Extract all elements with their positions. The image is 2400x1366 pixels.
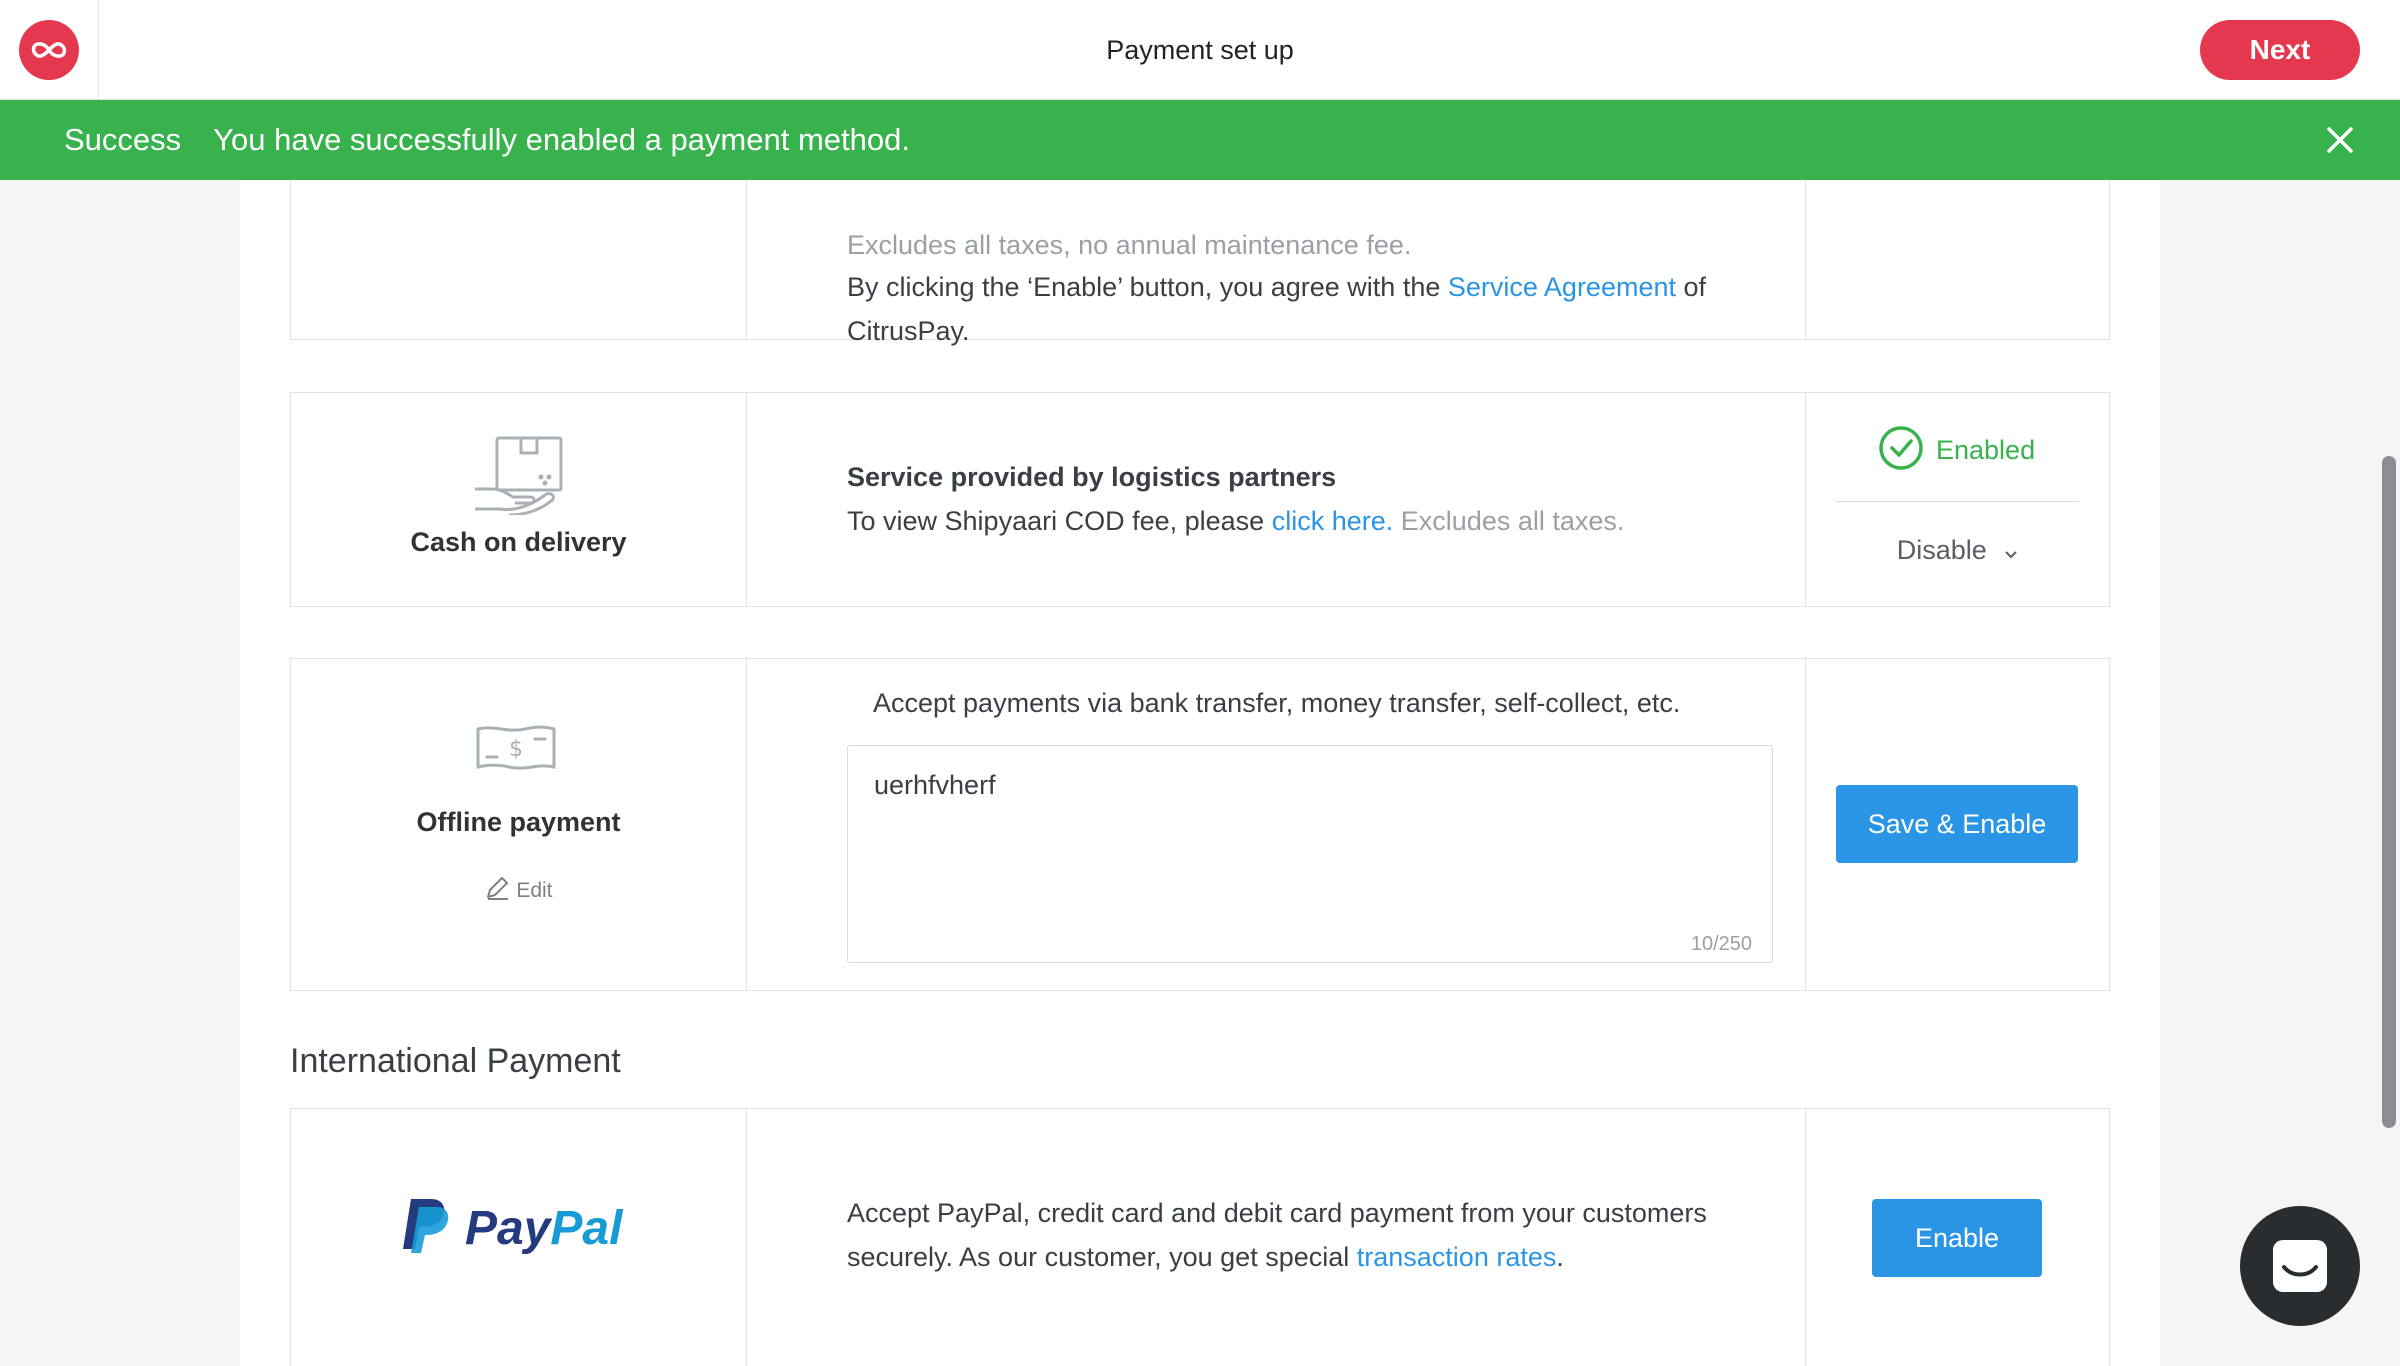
top-bar: Payment set up Next [0, 0, 2400, 100]
offline-method-name: Offline payment [416, 807, 621, 837]
enabled-status-label: Enabled [1936, 435, 2036, 465]
citrus-fee-text: Excludes all taxes, no annual maintenanc… [847, 230, 1412, 260]
pencil-icon [484, 877, 516, 902]
status-divider [1836, 501, 2079, 502]
cod-click-here-link[interactable]: click here. [1272, 506, 1394, 536]
cod-hand-box-icon [473, 435, 565, 520]
textarea-value: uerhfvherf [874, 770, 996, 800]
svg-text:$: $ [509, 737, 523, 762]
cod-card: Cash on delivery Service provided by log… [290, 392, 2110, 607]
cod-heading: Service provided by logistics partners [847, 462, 1337, 492]
disable-dropdown[interactable]: Disable [1806, 535, 2109, 567]
success-banner: Success You have successfully enabled a … [0, 100, 2400, 180]
offline-description: Accept payments via bank transfer, money… [873, 688, 1681, 718]
chevron-down-icon [2004, 536, 2018, 567]
cod-status: Enabled [1878, 425, 2035, 476]
check-circle-icon [1878, 425, 1924, 476]
cod-method-name: Cash on delivery [410, 527, 627, 557]
paypal-card: PayPal Accept PayPal, credit card and de… [290, 1108, 2110, 1366]
cod-fee-text: To view Shipyaari COD fee, please click … [847, 506, 1625, 536]
paypal-description-line1: Accept PayPal, credit card and debit car… [847, 1198, 1707, 1228]
banner-title: Success [64, 122, 182, 157]
transaction-rates-link[interactable]: transaction rates [1357, 1242, 1557, 1272]
chat-launcher-icon[interactable] [2240, 1206, 2360, 1326]
service-agreement-link[interactable]: Service Agreement [1448, 272, 1676, 302]
page-title: Payment set up [1106, 35, 1294, 65]
paypal-enable-button[interactable]: Enable [1872, 1199, 2042, 1277]
offline-instructions-textarea[interactable]: uerhfvherf 10/250 [847, 745, 1773, 963]
edit-link[interactable]: Edit [291, 875, 746, 903]
paypal-logo: PayPal [401, 1197, 622, 1260]
paypal-wordmark: PayPal [465, 1202, 623, 1255]
paypal-p-icon [401, 1197, 451, 1260]
scrollbar-thumb[interactable] [2382, 456, 2396, 1128]
offline-payment-card: $ Offline payment Edit Accept payments v… [290, 658, 2110, 991]
international-section-title: International Payment [290, 1042, 621, 1080]
next-button[interactable]: Next [2200, 20, 2360, 80]
save-enable-button[interactable]: Save & Enable [1836, 785, 2078, 863]
main-content: Excludes all taxes, no annual maintenanc… [240, 100, 2160, 1366]
character-counter: 10/250 [1690, 933, 1752, 955]
paypal-description-line2: securely. As our customer, you get speci… [847, 1242, 1564, 1272]
citrus-agreement-end: CitrusPay. [847, 316, 970, 346]
cash-note-icon: $ [475, 723, 557, 778]
banner-message: You have successfully enabled a payment … [213, 122, 910, 157]
citrus-agreement-text: By clicking the ‘Enable’ button, you agr… [847, 272, 1707, 302]
close-icon[interactable] [2320, 120, 2360, 160]
